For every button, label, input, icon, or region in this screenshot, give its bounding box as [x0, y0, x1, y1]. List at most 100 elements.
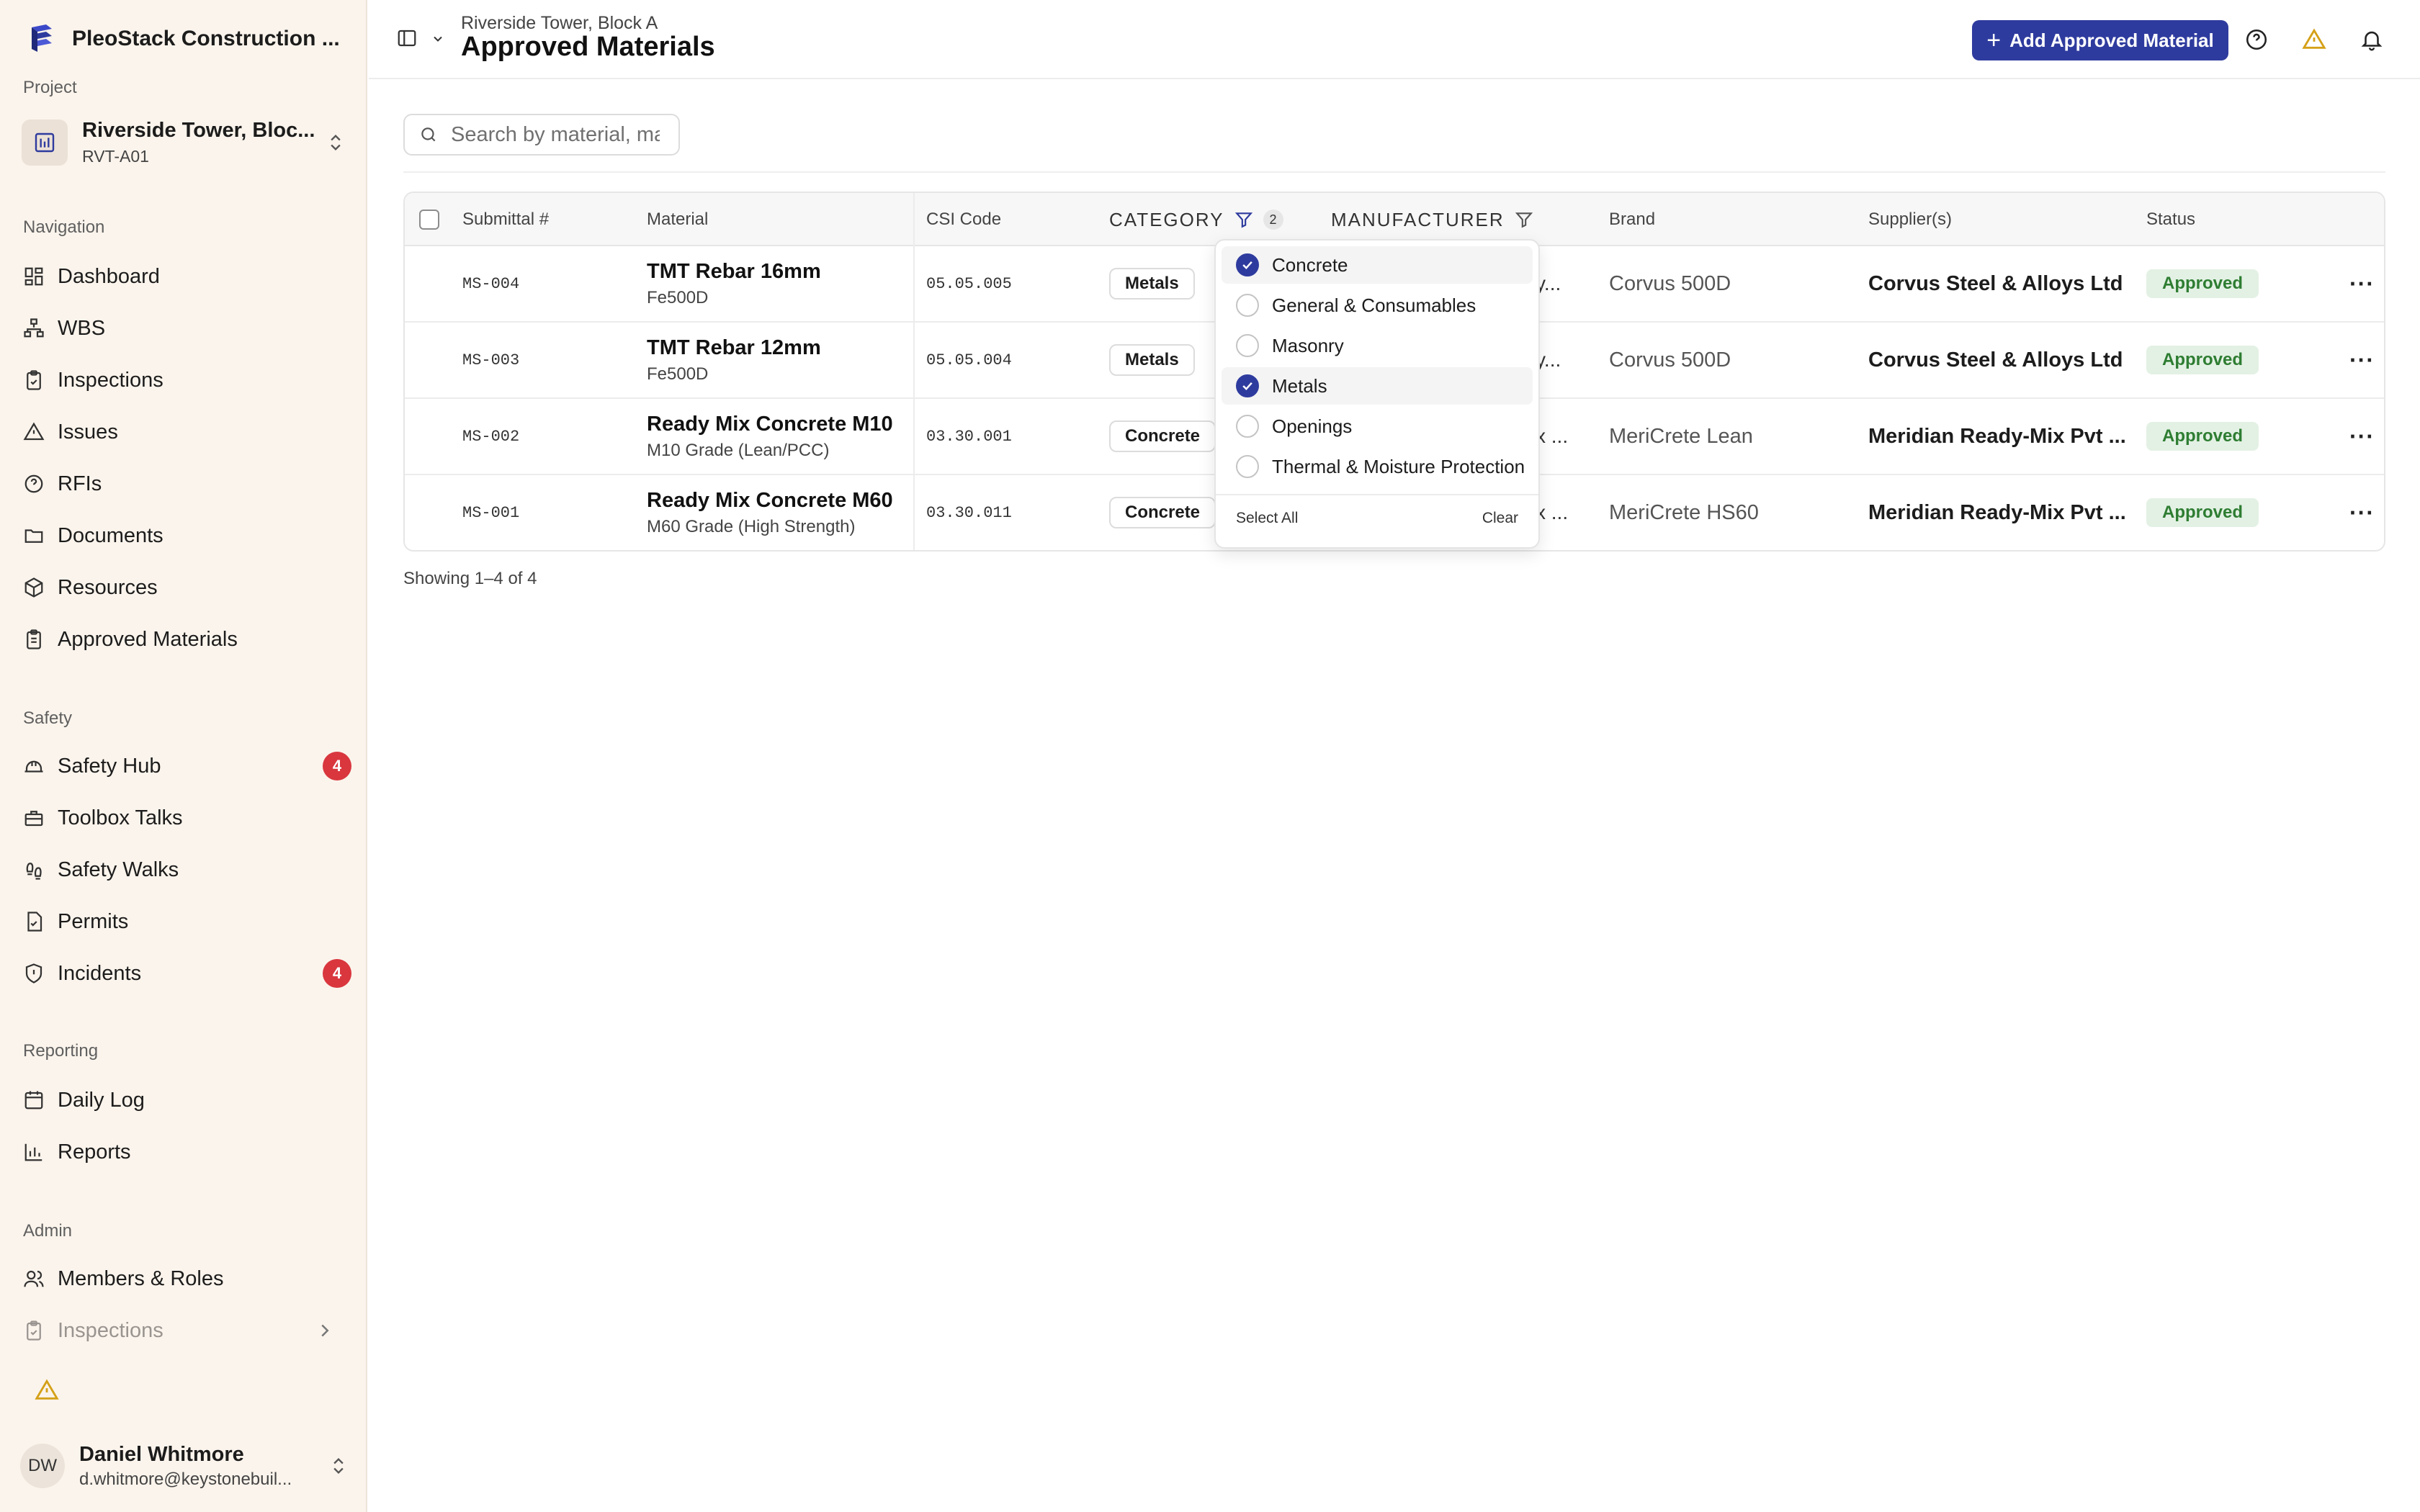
- nav-item-label: Approved Materials: [58, 627, 238, 651]
- sidebar-toggle-icon[interactable]: [396, 27, 418, 49]
- supplier-value: Corvus Steel & Alloys Ltd: [1868, 271, 2123, 295]
- nav-item-safety-walks[interactable]: Safety Walks: [23, 850, 351, 890]
- status-badge: Approved: [2146, 346, 2259, 374]
- footprints-icon: [26, 863, 42, 880]
- nav-item-documents[interactable]: Documents: [23, 516, 351, 556]
- checkbox[interactable]: [419, 210, 439, 230]
- material-grade: M10 Grade (Lean/PCC): [647, 440, 830, 460]
- nav-item-daily-log[interactable]: Daily Log: [23, 1080, 351, 1120]
- filter-option-general-consumables[interactable]: General & Consumables: [1222, 287, 1533, 324]
- nav-item-safety-hub[interactable]: Safety Hub 4: [23, 746, 351, 786]
- unchecked-icon[interactable]: [1236, 455, 1259, 478]
- nav-item-permits[interactable]: Permits: [23, 901, 351, 942]
- filter-option-thermal-moisture[interactable]: Thermal & Moisture Protection: [1222, 448, 1533, 485]
- dropdown-divider: [1216, 494, 1538, 495]
- status-badge: Approved: [2146, 498, 2259, 527]
- filter-option-openings[interactable]: Openings: [1222, 408, 1533, 445]
- column-suppliers[interactable]: Supplier(s): [1868, 193, 1952, 246]
- csi-code: 03.30.001: [926, 427, 1012, 446]
- breadcrumb[interactable]: Riverside Tower, Block A: [461, 13, 658, 34]
- category-filter-dropdown: Concrete General & Consumables Masonry M…: [1214, 239, 1540, 549]
- unchecked-icon[interactable]: [1236, 334, 1259, 357]
- unchecked-icon[interactable]: [1236, 294, 1259, 317]
- select-all-button[interactable]: Select All: [1236, 510, 1298, 527]
- column-submittal[interactable]: Submittal #: [462, 193, 549, 246]
- add-button-label: Add Approved Material: [2009, 29, 2214, 51]
- filter-option-concrete[interactable]: Concrete: [1222, 246, 1533, 284]
- warning-icon[interactable]: [35, 1378, 59, 1403]
- bell-icon[interactable]: [2360, 27, 2384, 52]
- submittal-number: MS-001: [462, 503, 520, 522]
- building-icon: [22, 120, 68, 166]
- checked-icon[interactable]: [1236, 374, 1259, 397]
- clear-button[interactable]: Clear: [1482, 510, 1518, 527]
- search-field[interactable]: [403, 114, 680, 156]
- help-icon[interactable]: [2244, 27, 2269, 52]
- submittal-number: MS-003: [462, 351, 520, 369]
- search-input[interactable]: [451, 122, 660, 147]
- nav-item-admin-inspections[interactable]: Inspections: [23, 1310, 351, 1351]
- filter-option-metals[interactable]: Metals: [1222, 367, 1533, 405]
- nav-item-members-roles[interactable]: Members & Roles: [23, 1259, 351, 1299]
- nav-item-reports[interactable]: Reports: [23, 1132, 351, 1172]
- material-grade: Fe500D: [647, 287, 709, 307]
- column-brand[interactable]: Brand: [1609, 193, 1655, 246]
- row-actions-button[interactable]: ···: [2349, 246, 2375, 321]
- material-name[interactable]: TMT Rebar 16mm: [647, 260, 821, 284]
- nav-item-issues[interactable]: Issues: [23, 412, 351, 452]
- unchecked-icon[interactable]: [1236, 415, 1259, 438]
- column-category[interactable]: CATEGORY 2: [1109, 193, 1283, 246]
- brand[interactable]: PleoStack Construction ...: [27, 22, 340, 56]
- row-actions-button[interactable]: ···: [2349, 399, 2375, 474]
- filter-icon[interactable]: [1515, 210, 1533, 229]
- material-name[interactable]: Ready Mix Concrete M60: [647, 489, 893, 513]
- nav-item-wbs[interactable]: WBS: [23, 308, 351, 348]
- manufacturer-value: x ...: [1536, 425, 1569, 447]
- csi-code: 05.05.005: [926, 274, 1012, 293]
- column-csi-code[interactable]: CSI Code: [926, 193, 1001, 246]
- brand-value: Corvus 500D: [1609, 271, 1731, 295]
- nav-item-label: Reports: [58, 1140, 131, 1164]
- clipboard-check-icon: [27, 370, 41, 390]
- nav-item-toolbox-talks[interactable]: Toolbox Talks: [23, 798, 351, 838]
- add-approved-material-button[interactable]: + Add Approved Material: [1972, 20, 2228, 60]
- brand-logo-icon: [32, 24, 52, 52]
- material-name[interactable]: TMT Rebar 12mm: [647, 336, 821, 360]
- nav-item-label: Toolbox Talks: [58, 806, 183, 829]
- nav-item-dashboard[interactable]: Dashboard: [23, 256, 351, 297]
- filter-icon[interactable]: [1234, 210, 1253, 229]
- chevron-down-icon[interactable]: [431, 32, 445, 46]
- row-actions-button[interactable]: ···: [2349, 475, 2375, 550]
- column-material[interactable]: Material: [647, 193, 708, 246]
- nav-item-incidents[interactable]: Incidents 4: [23, 953, 351, 994]
- nav-item-resources[interactable]: Resources: [23, 567, 351, 608]
- column-status[interactable]: Status: [2146, 193, 2195, 246]
- file-check-icon: [27, 912, 42, 932]
- nav-item-label: Inspections: [58, 1318, 163, 1342]
- admin-section-label: Admin: [23, 1221, 73, 1241]
- select-all-checkbox[interactable]: [419, 193, 439, 246]
- material-name[interactable]: Ready Mix Concrete M10: [647, 413, 893, 436]
- project-switcher[interactable]: Riverside Tower, Bloc... RVT-A01: [22, 115, 346, 170]
- csi-code: 05.05.004: [926, 351, 1012, 369]
- supplier-value: Corvus Steel & Alloys Ltd: [1868, 348, 2123, 372]
- checked-icon[interactable]: [1236, 253, 1259, 276]
- calendar-icon: [24, 1091, 43, 1110]
- supplier-value: Meridian Ready-Mix Pvt ...: [1868, 500, 2126, 524]
- nav-item-approved-materials[interactable]: Approved Materials: [23, 619, 351, 660]
- nav-item-rfis[interactable]: RFIs: [23, 464, 351, 504]
- hierarchy-icon: [24, 318, 44, 338]
- safety-hub-badge: 4: [323, 752, 351, 780]
- warning-icon[interactable]: [2302, 27, 2326, 52]
- nav-item-label: Safety Hub: [58, 754, 161, 778]
- chevrons-up-down-icon: [333, 1458, 344, 1474]
- column-manufacturer[interactable]: MANUFACTURER: [1331, 193, 1533, 246]
- row-actions-button[interactable]: ···: [2349, 323, 2375, 397]
- user-menu[interactable]: DW Daniel Whitmore d.whitmore@keystonebu…: [20, 1440, 349, 1492]
- filter-option-masonry[interactable]: Masonry: [1222, 327, 1533, 364]
- clipboard-check-icon: [27, 1320, 41, 1341]
- status-badge: Approved: [2146, 422, 2259, 451]
- nav-item-label: Dashboard: [58, 264, 160, 288]
- nav-item-inspections[interactable]: Inspections: [23, 360, 351, 400]
- manufacturer-value: x ...: [1536, 501, 1569, 523]
